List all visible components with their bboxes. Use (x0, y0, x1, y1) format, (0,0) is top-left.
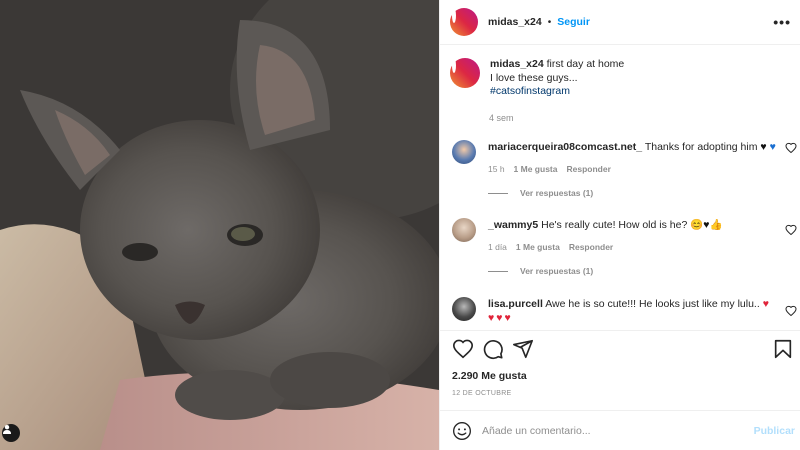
red-heart-icon: ♥ (762, 298, 769, 310)
replies-line (488, 192, 508, 194)
comment-likes[interactable]: 1 Me gusta (516, 242, 560, 252)
user-tag-button[interactable] (2, 424, 20, 442)
replies-line (488, 270, 508, 272)
comment-icon[interactable] (482, 338, 504, 360)
view-replies-label: Ver respuestas (1) (520, 188, 594, 198)
comment-input[interactable] (482, 424, 732, 437)
publish-button[interactable]: Publicar (754, 425, 795, 437)
post-photo[interactable] (0, 0, 439, 450)
heart-icon[interactable] (452, 338, 474, 360)
comment-like-icon[interactable] (785, 224, 797, 236)
comment-text: Thanks for adopting him (644, 141, 758, 153)
view-replies-button[interactable]: Ver respuestas (1) (488, 188, 783, 198)
thumbs-up-icon: 👍 (709, 219, 723, 231)
author-avatar[interactable] (450, 8, 478, 36)
actions-divider (440, 330, 800, 331)
follow-button[interactable]: Seguir (557, 16, 590, 28)
smile-emoji-icon: 😊 (690, 219, 704, 231)
caption-hashtag[interactable]: #catsofinstagram (490, 85, 624, 99)
comment-avatar[interactable] (452, 218, 476, 242)
red-hearts-icon: ♥♥♥ (488, 312, 513, 324)
reply-button[interactable]: Responder (569, 242, 613, 252)
caption-line2: I love these guys... (490, 71, 578, 84)
comment-like-icon[interactable] (785, 142, 797, 154)
header-separator: • (547, 16, 552, 28)
comment-item: _wammy5 He's really cute! How old is he?… (452, 218, 797, 276)
reply-button[interactable]: Responder (566, 164, 610, 174)
save-button[interactable] (772, 338, 794, 363)
blue-heart-icon: ♥ (769, 141, 776, 153)
comment-avatar[interactable] (452, 297, 476, 321)
comment-like-icon[interactable] (785, 305, 797, 317)
black-heart-icon: ♥ (760, 141, 767, 153)
view-replies-label: Ver respuestas (1) (520, 266, 594, 276)
caption-line1: first day at home (546, 58, 625, 70)
likes-count[interactable]: 2.290 Me gusta (452, 370, 527, 382)
post-date[interactable]: 12 DE OCTUBRE (452, 390, 512, 397)
comment-avatar[interactable] (452, 140, 476, 164)
kitten-photo (0, 0, 439, 450)
share-icon[interactable] (512, 338, 534, 360)
comment-item: mariacerqueira08comcast.net_ Thanks for … (452, 140, 797, 198)
author-username[interactable]: midas_x24 (488, 16, 542, 28)
caption-time[interactable]: 4 sem (489, 113, 514, 123)
bookmark-icon (774, 339, 792, 359)
view-replies-button[interactable]: Ver respuestas (1) (488, 266, 783, 276)
comment-username[interactable]: _wammy5 (488, 219, 538, 231)
comment-username[interactable]: mariacerqueira08comcast.net_ (488, 141, 642, 153)
comment-time[interactable]: 15 h (488, 164, 505, 174)
caption-username[interactable]: midas_x24 (490, 58, 544, 70)
post-header: midas_x24 • Seguir ••• (440, 0, 800, 45)
post-panel: midas_x24 • Seguir ••• midas_x24 first d… (439, 0, 800, 450)
comment-text: Awe he is so cute!!! He looks just like … (545, 298, 760, 310)
more-options-icon[interactable]: ••• (773, 14, 791, 30)
caption-avatar[interactable] (450, 58, 480, 88)
smile-icon[interactable] (452, 421, 472, 441)
comment-text: He's really cute! How old is he? (541, 219, 688, 231)
post-caption: midas_x24 first day at home I love these… (450, 58, 790, 99)
user-icon (3, 425, 11, 434)
action-bar (452, 338, 534, 360)
comment-item: lisa.purcell Awe he is so cute!!! He loo… (452, 297, 797, 325)
add-comment-bar: Publicar (440, 410, 800, 450)
comment-likes[interactable]: 1 Me gusta (514, 164, 558, 174)
comment-time[interactable]: 1 día (488, 242, 507, 252)
comment-username[interactable]: lisa.purcell (488, 298, 543, 310)
